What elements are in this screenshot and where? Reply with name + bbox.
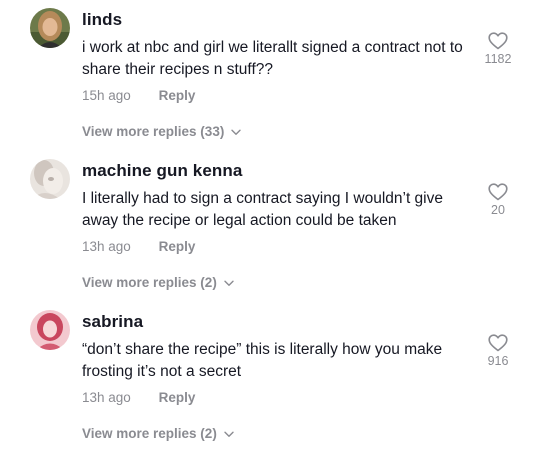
comment-text: “don’t share the recipe” this is literal… [82, 341, 443, 380]
like-count: 1182 [484, 52, 512, 66]
like-count: 916 [487, 354, 509, 368]
heart-outline-icon [478, 183, 518, 201]
comment-timestamp: 15h ago [82, 88, 131, 103]
heart-outline-icon [478, 32, 518, 50]
chevron-down-icon [224, 275, 234, 290]
avatar[interactable] [30, 159, 70, 199]
comment-username[interactable]: sabrina [82, 312, 143, 332]
view-more-replies-button[interactable]: View more replies (2) [82, 426, 234, 441]
comment-item: machine gun kenna I literally had to sig… [0, 151, 542, 302]
comment-timestamp: 13h ago [82, 390, 131, 405]
like-button[interactable]: 20 [478, 183, 518, 217]
comment-text: i work at nbc and girl we literallt sign… [82, 39, 463, 78]
view-more-replies-button[interactable]: View more replies (2) [82, 275, 234, 290]
avatar[interactable] [30, 310, 70, 350]
view-more-replies-label: View more replies (33) [82, 124, 225, 139]
comment-item: sabrina “don’t share the recipe” this is… [0, 302, 542, 453]
chevron-down-icon [224, 426, 234, 441]
like-count: 20 [491, 203, 505, 217]
comment-username[interactable]: linds [82, 10, 122, 30]
view-more-replies-label: View more replies (2) [82, 426, 217, 441]
avatar[interactable] [30, 8, 70, 48]
comment-meta: 13h ago Reply [82, 390, 195, 405]
comment-meta: 15h ago Reply [82, 88, 195, 103]
like-button[interactable]: 1182 [478, 32, 518, 66]
reply-button[interactable]: Reply [159, 390, 196, 405]
view-more-replies-button[interactable]: View more replies (33) [82, 124, 242, 139]
comment-meta: 13h ago Reply [82, 239, 195, 254]
reply-button[interactable]: Reply [159, 88, 196, 103]
like-button[interactable]: 916 [478, 334, 518, 368]
view-more-replies-label: View more replies (2) [82, 275, 217, 290]
comment-timestamp: 13h ago [82, 239, 131, 254]
chevron-down-icon [231, 124, 242, 139]
heart-outline-icon [478, 334, 518, 352]
reply-button[interactable]: Reply [159, 239, 196, 254]
comment-username[interactable]: machine gun kenna [82, 161, 242, 181]
comment-text: I literally had to sign a contract sayin… [82, 190, 443, 229]
comment-item: linds i work at nbc and girl we literall… [0, 0, 542, 151]
